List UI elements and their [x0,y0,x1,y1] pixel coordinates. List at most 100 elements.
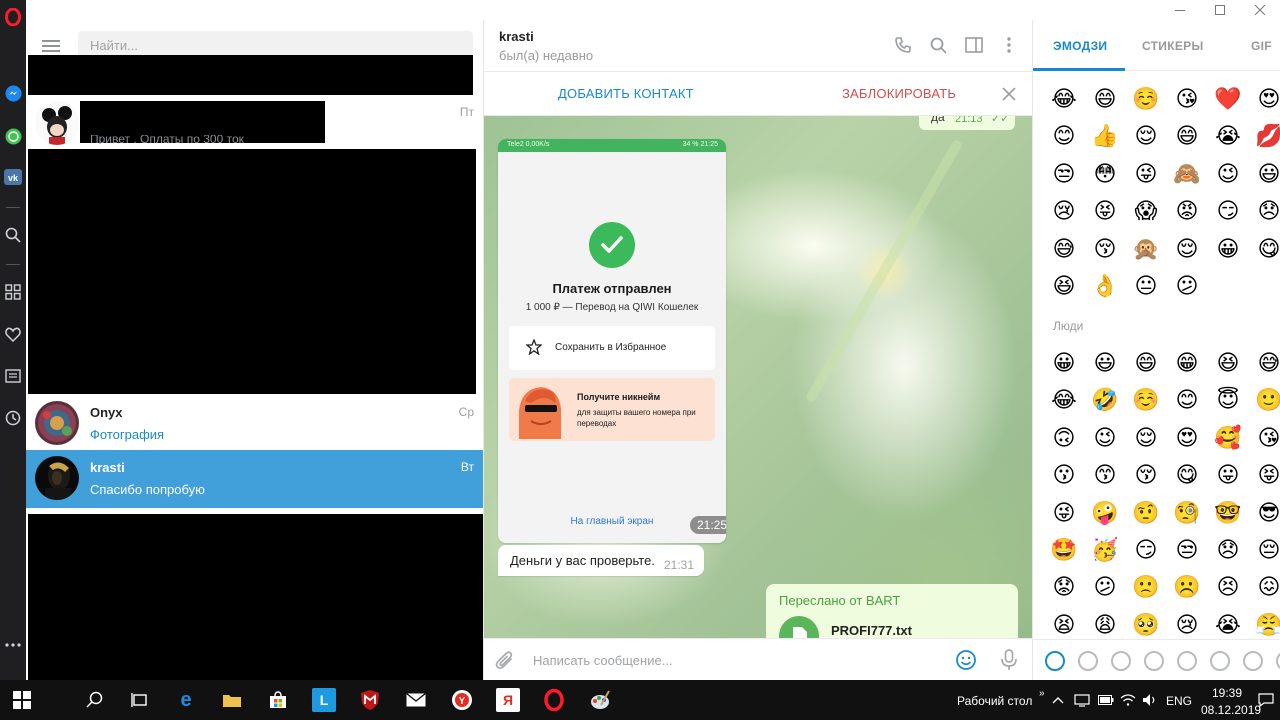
emoji-people-4-0[interactable]: 😜 [1051,501,1077,527]
emoji-recent-1-5[interactable]: 💋 [1255,124,1280,150]
emoji-people-2-2[interactable]: 😌 [1133,426,1159,452]
emoji-recent-2-4[interactable]: 😉 [1215,162,1241,188]
emoji-recent-0-1[interactable]: 😄 [1092,87,1118,113]
file-icon[interactable] [779,616,819,638]
peer-name[interactable]: krasti [499,29,534,44]
l-app-icon[interactable]: L [312,688,336,712]
file-name[interactable]: PROFI777.txt [831,623,912,638]
whatsapp-icon[interactable] [4,127,22,145]
search-icon[interactable] [927,34,949,56]
emoji-people-3-3[interactable]: 😋 [1174,463,1200,489]
food-icon[interactable] [1144,651,1164,671]
smile-icon[interactable] [1078,651,1098,671]
more-icon[interactable] [4,636,22,654]
emoji-people-4-1[interactable]: 🤪 [1091,501,1118,527]
messenger-icon[interactable] [4,84,22,102]
emoji-people-4-4[interactable]: 🤓 [1214,501,1241,527]
emoji-people-7-0[interactable]: 😫 [1051,613,1077,639]
emoji-people-7-1[interactable]: 😩 [1092,613,1118,639]
emoji-recent-0-2[interactable]: ☺️ [1132,87,1159,113]
add-contact-button[interactable]: ДОБАВИТЬ КОНТАКТ [558,86,694,101]
opera-icon[interactable] [542,688,566,712]
emoji-recent-1-1[interactable]: 👍 [1091,124,1118,150]
desktop-chevron-icon[interactable]: » [1039,688,1045,699]
emoji-icon[interactable] [955,649,977,671]
battery-icon[interactable] [1096,688,1116,712]
minimize-icon[interactable] [1160,0,1200,20]
emoji-people-4-2[interactable]: 🤨 [1132,501,1159,527]
recent-icon[interactable] [1045,651,1065,671]
forwarded-message[interactable]: Переслано от BART PROFI777.txt [766,584,1018,638]
chat-row-onyx[interactable]: Onyx Ср Фотография [26,395,483,452]
grid-icon[interactable] [4,283,22,301]
outgoing-message[interactable]: да 21:13 ✓✓ [919,116,1015,130]
emoji-recent-0-4[interactable]: ❤️ [1214,87,1241,113]
emoji-people-3-1[interactable]: 😙 [1092,463,1118,489]
sport-icon[interactable] [1177,651,1197,671]
edge-icon[interactable]: e [174,688,198,712]
emoji-recent-0-0[interactable]: 😂 [1051,87,1077,113]
emoji-recent-3-3[interactable]: 😡 [1174,199,1200,225]
emoji-recent-5-1[interactable]: 👌 [1091,274,1118,300]
search-icon[interactable] [83,688,107,712]
emoji-people-1-5[interactable]: 🙂 [1255,388,1280,414]
emoji-people-0-3[interactable]: 😁 [1174,351,1200,377]
emoji-recent-4-0[interactable]: 😅 [1051,237,1077,263]
heart-icon[interactable] [4,325,22,343]
close-icon[interactable] [999,84,1019,104]
emoji-recent-4-2[interactable]: 🙊 [1132,237,1159,263]
more-vertical-icon[interactable] [998,34,1020,56]
emoji-people-0-2[interactable]: 😄 [1133,351,1159,377]
emoji-people-5-1[interactable]: 🥳 [1091,538,1118,564]
wifi-icon[interactable] [1118,688,1138,712]
store-icon[interactable] [266,688,290,712]
emoji-people-6-5[interactable]: 😖 [1256,575,1280,601]
history-icon[interactable] [4,409,22,427]
tab-stickers[interactable]: СТИКЕРЫ [1142,39,1204,53]
emoji-people-7-3[interactable]: 😢 [1174,613,1200,639]
tab-emoji[interactable]: ЭМОДЗИ [1053,39,1107,53]
emoji-people-3-2[interactable]: 😚 [1133,463,1159,489]
emoji-people-7-5[interactable]: 😤 [1255,613,1280,639]
emoji-people-6-1[interactable]: 😕 [1092,575,1118,601]
emoji-people-2-3[interactable]: 😍 [1174,426,1200,452]
emoji-people-5-0[interactable]: 🤩 [1050,538,1077,564]
emoji-recent-1-3[interactable]: 😄 [1174,124,1200,150]
emoji-people-3-5[interactable]: 😝 [1256,463,1280,489]
emoji-people-3-0[interactable]: 😗 [1051,463,1077,489]
bulb-icon[interactable] [1243,651,1263,671]
emoji-recent-2-5[interactable]: 😃 [1256,162,1280,188]
emoji-recent-1-0[interactable]: 😊 [1051,124,1077,150]
emoji-people-5-2[interactable]: 😏 [1133,538,1159,564]
volume-icon[interactable] [1140,688,1160,712]
emoji-people-6-3[interactable]: ☹️ [1173,575,1200,601]
emoji-people-4-5[interactable]: 😎 [1256,501,1280,527]
paint-icon[interactable] [588,688,612,712]
emoji-recent-4-5[interactable]: 😋 [1256,237,1280,263]
news-icon[interactable] [4,367,22,385]
car-icon[interactable] [1210,651,1230,671]
yandex-icon[interactable]: Я [496,688,520,712]
photo-message[interactable]: Tele2 0,00K/s 34 % 21:25 Платеж отправле… [498,139,726,543]
emoji-people-5-4[interactable]: 😞 [1215,538,1241,564]
emoji-recent-2-0[interactable]: 😒 [1051,162,1077,188]
mcafee-icon[interactable] [358,688,382,712]
chat-row[interactable]: Пт Привет . Оплаты по 300 ток [26,95,483,152]
emoji-recent-1-4[interactable]: 😭 [1215,124,1241,150]
emoji-recent-5-2[interactable]: 😐 [1133,274,1159,300]
emoji-recent-3-1[interactable]: 😝 [1092,199,1118,225]
emoji-people-6-4[interactable]: 😣 [1215,575,1241,601]
emoji-people-5-5[interactable]: 😔 [1256,538,1280,564]
windows-start-icon[interactable] [10,688,34,712]
clock-time[interactable]: 19:39 [1212,686,1242,700]
attach-icon[interactable] [494,649,516,671]
emoji-recent-3-4[interactable]: 😏 [1215,199,1241,225]
menu-icon[interactable] [42,40,60,52]
symbols-icon[interactable] [1276,651,1280,671]
emoji-recent-0-3[interactable]: 😘 [1174,87,1200,113]
emoji-people-2-0[interactable]: 🙃 [1051,426,1077,452]
emoji-people-2-1[interactable]: 😉 [1092,426,1118,452]
maximize-icon[interactable] [1200,0,1240,20]
desktop-label[interactable]: Рабочий стол [957,694,1032,708]
microphone-icon[interactable] [1000,649,1018,671]
